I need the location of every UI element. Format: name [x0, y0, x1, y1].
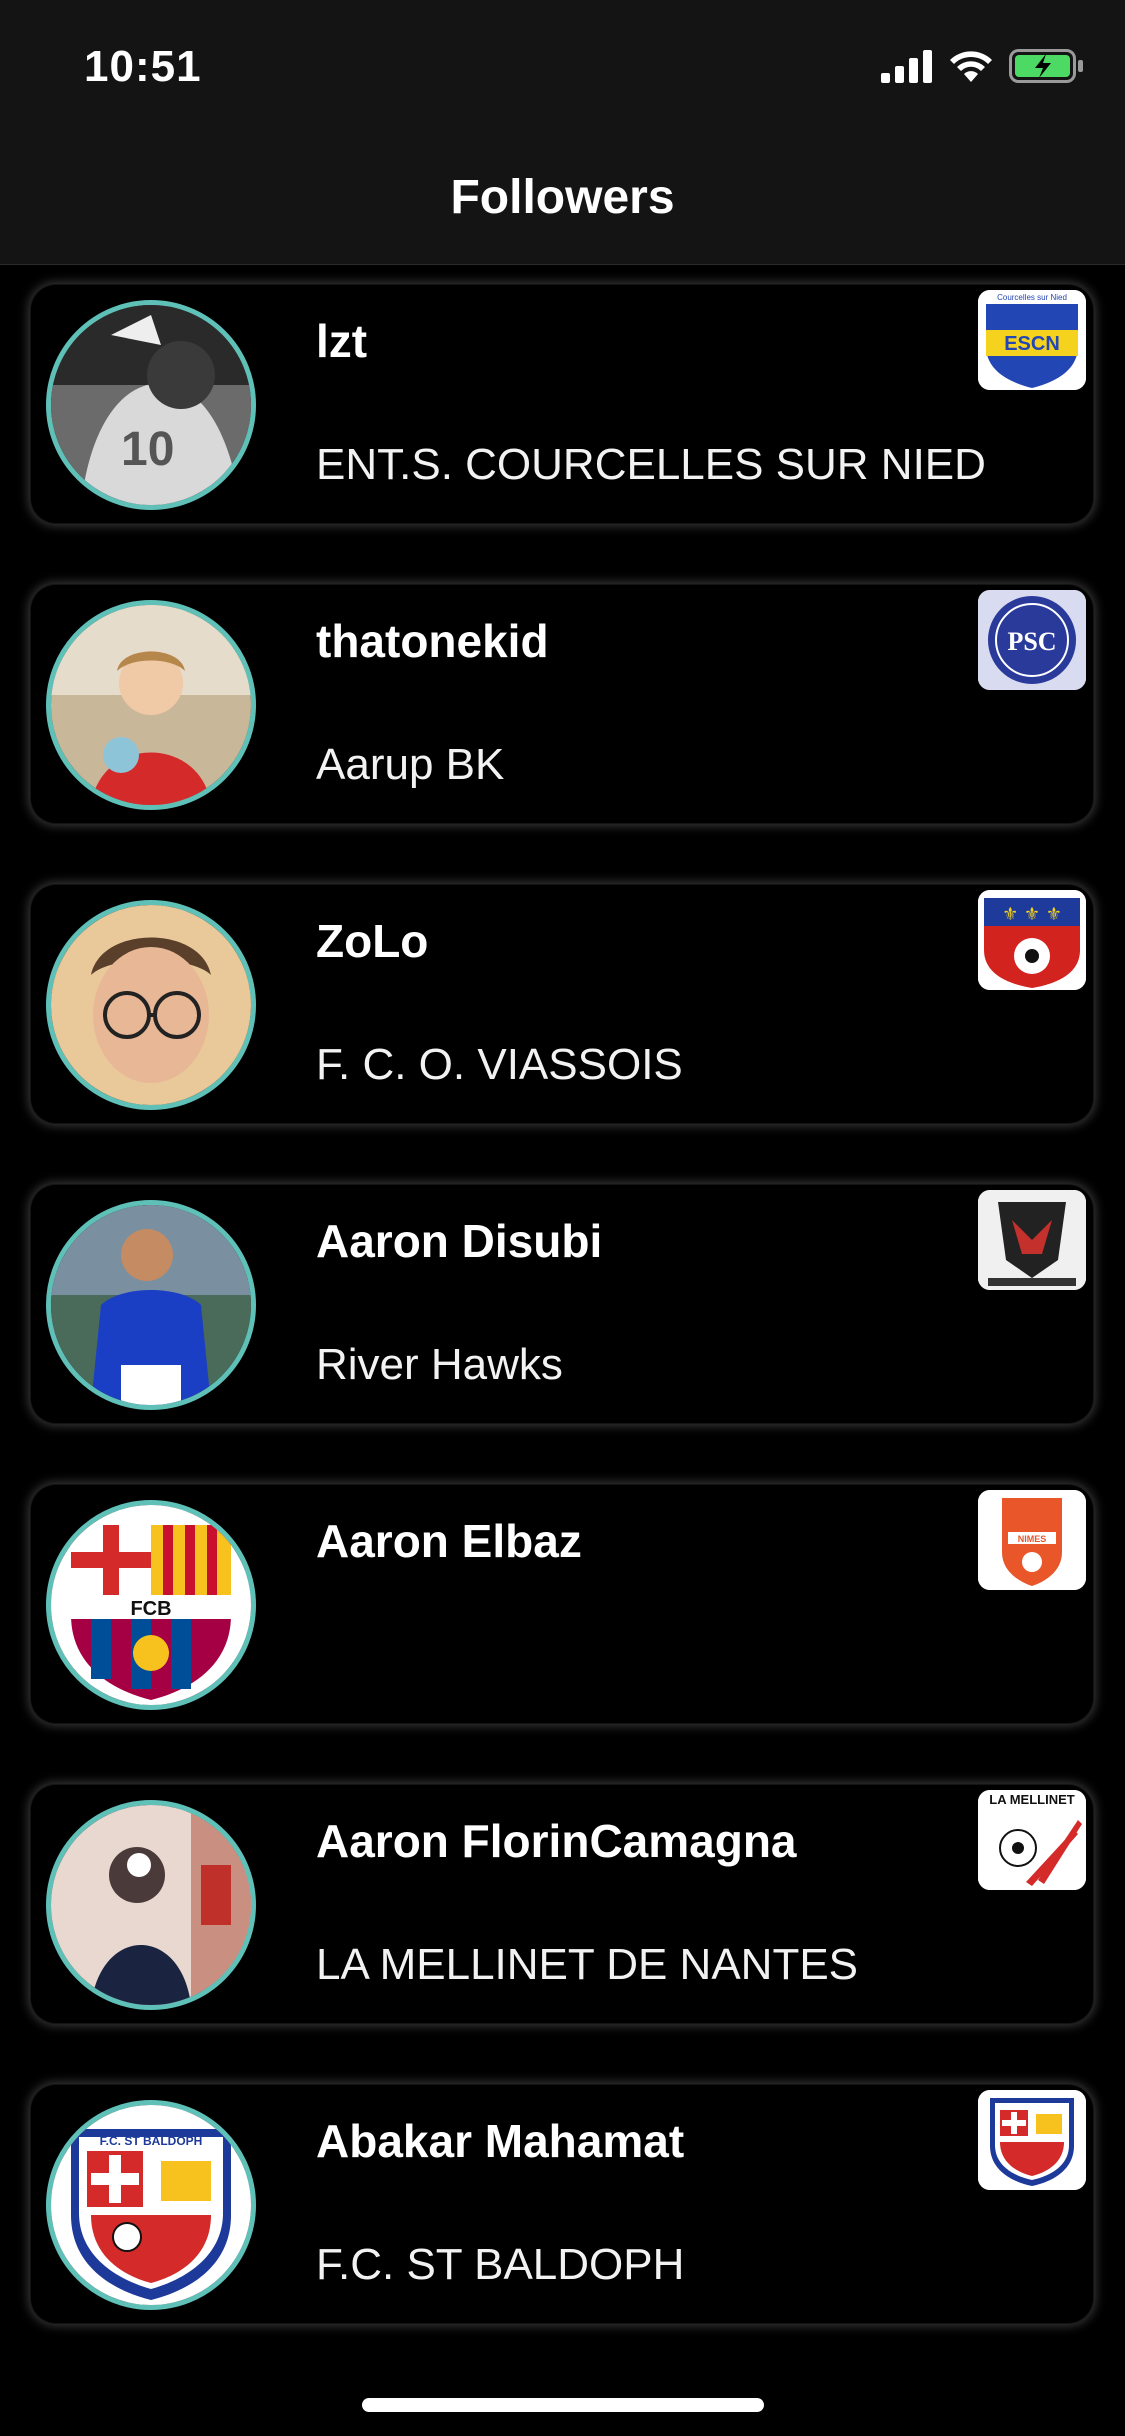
follower-club: F. C. O. VIASSOIS: [316, 1040, 683, 1089]
follower-card[interactable]: ZoLo F. C. O. VIASSOIS ⚜ ⚜ ⚜: [30, 884, 1094, 1124]
svg-text:F.C. ST BALDOPH: F.C. ST BALDOPH: [100, 2134, 203, 2148]
club-badge-icon: [978, 2090, 1086, 2190]
follower-name: Aaron FlorinCamagna: [316, 1815, 797, 1867]
follower-card[interactable]: 10 lzt ENT.S. COURCELLES SUR NIED Cource…: [30, 284, 1094, 524]
follower-name: Aaron Disubi: [316, 1215, 603, 1267]
page-title: Followers: [450, 171, 675, 224]
follower-club: Aarup BK: [316, 740, 505, 789]
status-bar: 10:51: [0, 0, 1125, 134]
follower-name: thatonekid: [316, 615, 549, 667]
follower-club: River Hawks: [316, 1340, 563, 1389]
svg-text:10: 10: [121, 423, 174, 476]
svg-text:ESCN: ESCN: [1004, 333, 1060, 355]
cellular-signal-icon: [881, 49, 933, 88]
follower-club: ENT.S. COURCELLES SUR NIED: [316, 440, 986, 489]
follower-name: ZoLo: [316, 915, 429, 967]
svg-text:NIMES: NIMES: [1018, 1534, 1047, 1544]
status-icons: [881, 48, 1085, 88]
home-indicator[interactable]: [362, 2398, 764, 2412]
avatar[interactable]: FCB: [46, 1500, 256, 1710]
follower-card[interactable]: Aaron Disubi River Hawks: [30, 1184, 1094, 1424]
follower-card[interactable]: Aaron FlorinCamagna LA MELLINET DE NANTE…: [30, 1784, 1094, 2024]
avatar[interactable]: 10: [46, 300, 256, 510]
follower-name: Abakar Mahamat: [316, 2115, 685, 2167]
follower-club: LA MELLINET DE NANTES: [316, 1940, 859, 1989]
svg-text:PSC: PSC: [1007, 627, 1056, 656]
club-badge-icon: [978, 1190, 1086, 1290]
svg-text:FCB: FCB: [130, 1598, 171, 1620]
avatar[interactable]: [46, 1800, 256, 2010]
club-badge-icon: Courcelles sur Nied ESCN: [978, 290, 1086, 390]
avatar[interactable]: F.C. ST BALDOPH: [46, 2100, 256, 2310]
follower-name: lzt: [316, 315, 368, 367]
wifi-icon: [947, 48, 995, 89]
club-badge-icon: ⚜ ⚜ ⚜: [978, 890, 1086, 990]
navigation-bar: Followers: [0, 134, 1125, 265]
status-time: 10:51: [84, 42, 202, 91]
club-badge-icon: PSC: [978, 590, 1086, 690]
avatar[interactable]: [46, 600, 256, 810]
follower-card[interactable]: F.C. ST BALDOPH Abakar Mahamat F.C. ST B…: [30, 2084, 1094, 2324]
follower-name: Aaron Elbaz: [316, 1515, 582, 1567]
svg-text:LA MELLINET: LA MELLINET: [989, 1792, 1075, 1807]
svg-text:⚜ ⚜ ⚜: ⚜ ⚜ ⚜: [1002, 904, 1062, 925]
club-badge-icon: NIMES: [978, 1490, 1086, 1590]
follower-card[interactable]: thatonekid Aarup BK PSC: [30, 584, 1094, 824]
battery-charging-icon: [1009, 47, 1085, 90]
follower-club: F.C. ST BALDOPH: [316, 2240, 685, 2289]
follower-card[interactable]: FCB Aaron Elbaz NIMES: [30, 1484, 1094, 1724]
svg-text:Courcelles sur Nied: Courcelles sur Nied: [997, 293, 1067, 302]
avatar[interactable]: [46, 1200, 256, 1410]
avatar[interactable]: [46, 900, 256, 1110]
club-badge-icon: LA MELLINET: [978, 1790, 1086, 1890]
